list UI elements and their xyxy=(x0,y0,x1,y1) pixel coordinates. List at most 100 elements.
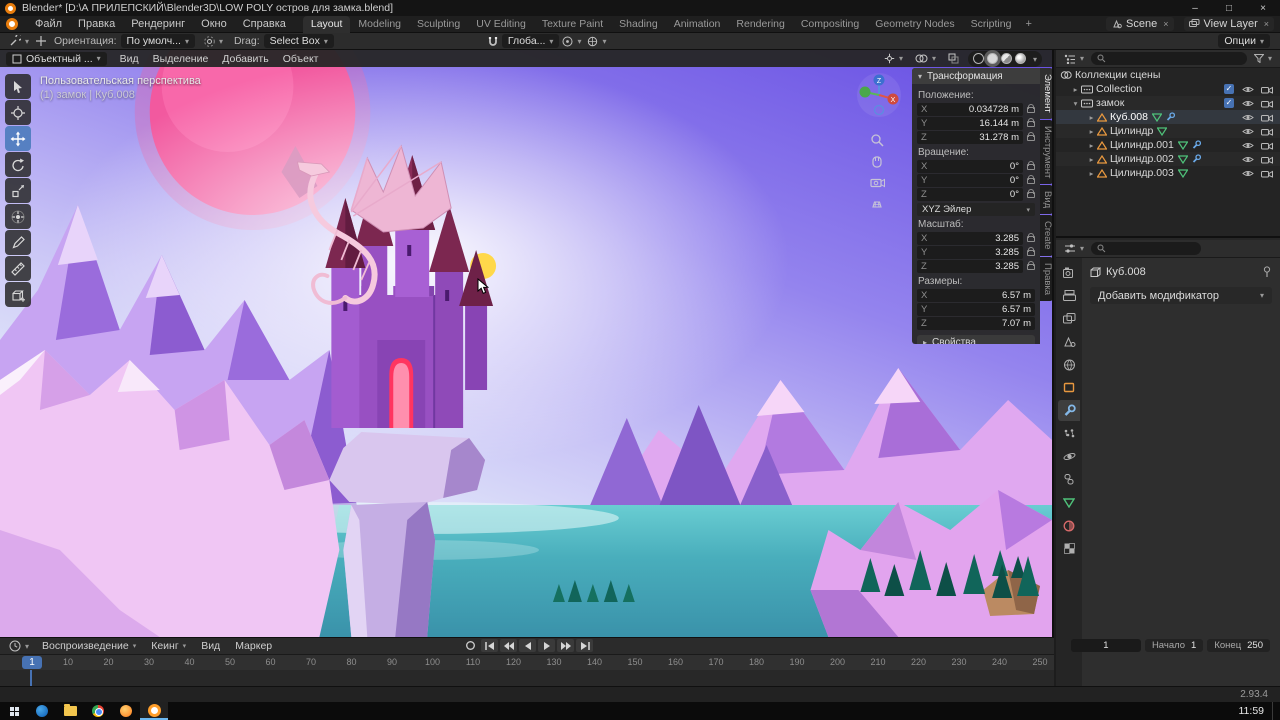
scene-properties-tab[interactable] xyxy=(1058,331,1080,352)
disclosure-icon[interactable] xyxy=(1086,139,1097,151)
add-workspace-button[interactable]: + xyxy=(1019,18,1037,30)
lock-icon[interactable] xyxy=(1027,174,1035,184)
dimension-field[interactable]: Z 7.07 m xyxy=(917,317,1035,330)
viewport-menu-item[interactable]: Добавить xyxy=(215,52,275,66)
rotation-field[interactable]: X 0° xyxy=(917,160,1023,173)
disable-render-camera-icon[interactable] xyxy=(1261,127,1273,136)
scale-field[interactable]: Z 3.285 xyxy=(917,260,1023,273)
workspace-tab[interactable]: Layout xyxy=(302,15,351,33)
timeline-menu[interactable]: Кеинг xyxy=(145,639,192,653)
lock-icon[interactable] xyxy=(1027,103,1035,113)
view-layer-properties-tab[interactable] xyxy=(1058,308,1080,329)
snap-mode-dropdown[interactable]: Глоба... xyxy=(501,34,560,48)
file-explorer-icon[interactable] xyxy=(56,702,84,720)
disable-render-camera-icon[interactable] xyxy=(1261,113,1273,122)
sidebar-tab[interactable]: Вид xyxy=(1040,185,1052,215)
outliner-row[interactable]: Collection xyxy=(1056,82,1280,96)
sidebar-tab[interactable]: Create xyxy=(1040,215,1052,256)
timeline-track[interactable] xyxy=(0,670,1054,686)
close-button[interactable]: × xyxy=(1246,0,1280,16)
disclosure-icon[interactable] xyxy=(1070,97,1081,109)
modifier-properties-tab[interactable] xyxy=(1058,400,1080,421)
menu-item[interactable]: Файл xyxy=(28,17,69,31)
constraint-properties-tab[interactable] xyxy=(1058,469,1080,490)
pivot-point-dropdown[interactable] xyxy=(201,35,226,48)
outliner-row[interactable]: Цилиндр.002 xyxy=(1056,152,1280,166)
properties-section-header[interactable]: Свойства xyxy=(917,335,1035,344)
location-field[interactable]: Y 16.144 m xyxy=(917,117,1023,130)
hide-eye-icon[interactable] xyxy=(1242,155,1254,164)
orientation-dropdown[interactable]: По умолч... xyxy=(120,34,195,48)
workspace-tab[interactable]: Animation xyxy=(666,16,729,33)
camera-view-icon[interactable] xyxy=(866,172,888,192)
show-desktop-button[interactable] xyxy=(1272,702,1276,720)
output-properties-tab[interactable] xyxy=(1058,285,1080,306)
navigation-gizmo[interactable]: Z X xyxy=(856,72,902,118)
lock-icon[interactable] xyxy=(1027,131,1035,141)
outliner-row[interactable]: замок xyxy=(1056,96,1280,110)
dimension-field[interactable]: X 6.57 m xyxy=(917,289,1035,302)
menu-item[interactable]: Справка xyxy=(236,17,293,31)
rotation-field[interactable]: Z 0° xyxy=(917,188,1023,201)
current-frame-field[interactable]: 1 xyxy=(1070,639,1141,652)
add-modifier-dropdown[interactable]: Добавить модификатор xyxy=(1090,287,1272,304)
frame-end-field[interactable]: Конец 250 xyxy=(1207,639,1270,652)
timeline-editor-type-dropdown[interactable] xyxy=(6,639,32,653)
play-button[interactable] xyxy=(538,639,555,652)
lock-icon[interactable] xyxy=(1027,160,1035,170)
auto-keying-record-button[interactable] xyxy=(462,639,479,652)
blender-taskbar-icon[interactable] xyxy=(140,702,168,720)
outliner-row[interactable]: Куб.008 xyxy=(1056,110,1280,124)
playhead-line[interactable] xyxy=(30,670,32,686)
viewport-menu-item[interactable]: Вид xyxy=(113,52,146,66)
rendered-shading-button[interactable] xyxy=(1014,53,1026,64)
disclosure-icon[interactable] xyxy=(1086,167,1097,179)
next-keyframe-button[interactable] xyxy=(557,639,574,652)
select-box-tool[interactable] xyxy=(5,74,31,99)
disable-render-camera-icon[interactable] xyxy=(1261,141,1273,150)
rotation-field[interactable]: Y 0° xyxy=(917,174,1023,187)
physics-properties-tab[interactable] xyxy=(1058,446,1080,467)
scene-selector[interactable]: Scene × xyxy=(1106,17,1174,31)
lock-icon[interactable] xyxy=(1027,117,1035,127)
sidebar-tab[interactable]: Правка xyxy=(1040,256,1052,301)
solid-shading-button[interactable] xyxy=(986,53,998,64)
workspace-tab[interactable]: Texture Paint xyxy=(534,16,611,33)
tool-settings-icon[interactable] xyxy=(6,34,32,48)
view-layer-unlink-icon[interactable]: × xyxy=(1264,19,1269,29)
maximize-button[interactable]: □ xyxy=(1212,0,1246,16)
start-button[interactable] xyxy=(0,702,28,720)
texture-properties-tab[interactable] xyxy=(1058,538,1080,559)
menu-item[interactable]: Рендеринг xyxy=(124,17,192,31)
taskbar-app-icon-2[interactable] xyxy=(112,702,140,720)
viewport-menu-item[interactable]: Выделение xyxy=(146,52,216,66)
view-layer-selector[interactable]: View Layer × xyxy=(1183,17,1274,31)
disable-render-camera-icon[interactable] xyxy=(1261,99,1273,108)
disclosure-icon[interactable] xyxy=(1086,125,1097,137)
outliner-row[interactable]: Цилиндр xyxy=(1056,124,1280,138)
cursor-tool[interactable] xyxy=(5,100,31,125)
drag-mode-dropdown[interactable]: Select Box xyxy=(263,34,334,48)
lock-icon[interactable] xyxy=(1027,260,1035,270)
hide-eye-icon[interactable] xyxy=(1242,85,1254,94)
options-dropdown[interactable]: Опции xyxy=(1218,34,1270,48)
material-shading-button[interactable] xyxy=(1000,53,1012,64)
blender-app-menu-icon[interactable] xyxy=(6,18,18,30)
disclosure-icon[interactable] xyxy=(1086,153,1097,165)
workspace-tab[interactable]: Scripting xyxy=(963,16,1020,33)
location-field[interactable]: X 0.034728 m xyxy=(917,103,1023,116)
filter-dropdown[interactable] xyxy=(1251,53,1275,64)
outliner-search-input[interactable] xyxy=(1091,52,1247,65)
workspace-tab[interactable]: UV Editing xyxy=(468,16,534,33)
taskbar-clock[interactable]: 11:59 xyxy=(1239,705,1265,717)
mode-dropdown[interactable]: Объектный ... xyxy=(6,51,107,66)
sidebar-tab[interactable]: Инструмент xyxy=(1040,119,1052,185)
move-tool[interactable] xyxy=(5,126,31,151)
location-field[interactable]: Z 31.278 m xyxy=(917,131,1023,144)
current-frame-indicator[interactable]: 1 xyxy=(22,656,42,669)
workspace-tab[interactable]: Compositing xyxy=(793,16,867,33)
outliner-row[interactable]: Цилиндр.001 xyxy=(1056,138,1280,152)
disclosure-icon[interactable] xyxy=(1070,83,1081,95)
lock-icon[interactable] xyxy=(1027,246,1035,256)
play-reverse-button[interactable] xyxy=(519,639,536,652)
